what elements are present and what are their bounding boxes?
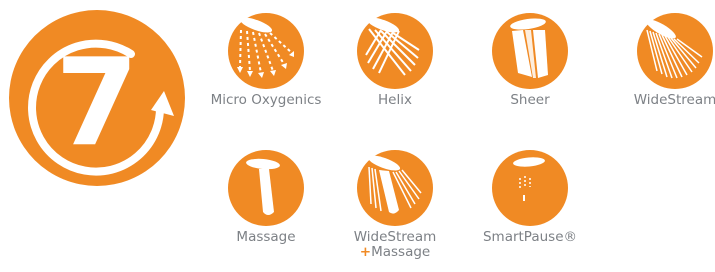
feature-label: WideStream +Massage (320, 230, 470, 260)
feature-widestream: WideStream (600, 11, 715, 108)
feature-massage: Massage (191, 148, 341, 245)
badge-number: 7 (55, 34, 139, 173)
feature-label: Sheer (510, 92, 550, 108)
widestream-spray-icon (637, 13, 713, 89)
feature-smartpause: SmartPause® (455, 148, 605, 245)
feature-widestream-massage: WideStream +Massage (320, 148, 470, 260)
feature-label-line1: WideStream (353, 229, 437, 245)
feature-sheer: Sheer (455, 11, 605, 108)
helix-spray-icon (357, 13, 433, 89)
feature-helix: Helix (320, 11, 470, 108)
widestream-massage-spray-icon (357, 150, 433, 226)
seven-settings-badge: 7 (5, 6, 191, 192)
feature-micro-oxygenics: Micro Oxygenics (191, 11, 341, 108)
micro-oxygenics-spray-icon (228, 13, 304, 89)
feature-label: WideStream (633, 92, 715, 108)
rotation-arrow-icon: 7 (9, 10, 185, 186)
massage-spray-icon (228, 150, 304, 226)
feature-label: Helix (378, 92, 412, 108)
feature-label: Massage (236, 229, 296, 245)
sheer-spray-icon (492, 13, 568, 89)
feature-label-line2: Massage (371, 244, 431, 260)
smartpause-icon (492, 150, 568, 226)
feature-label: Micro Oxygenics (210, 92, 322, 108)
feature-label: SmartPause® (482, 229, 578, 245)
plus-sign: + (359, 244, 372, 260)
